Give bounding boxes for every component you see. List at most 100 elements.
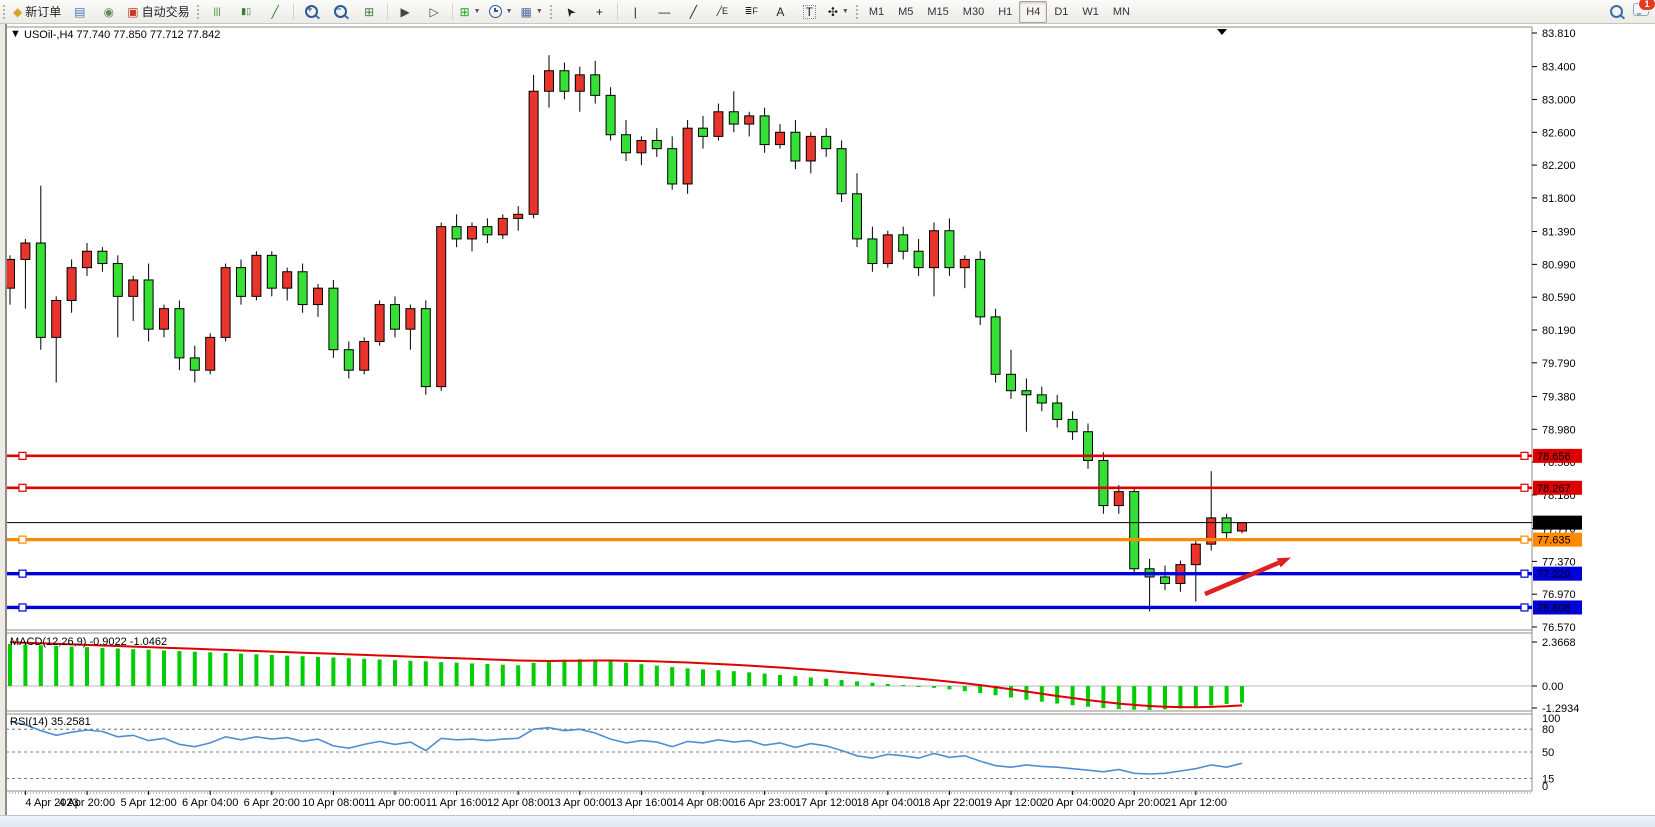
cursor-button[interactable]: ➤ — [556, 1, 585, 23]
macd-bar — [455, 663, 459, 686]
text-label-button[interactable]: T — [795, 1, 824, 23]
macd-bar — [732, 671, 736, 686]
macd-bar — [547, 660, 551, 686]
macd-bar — [224, 653, 228, 686]
autotrading-button-label: 自动交易 — [142, 3, 190, 20]
autotrading-button[interactable]: ▣自动交易 — [123, 1, 193, 23]
candlestick-chart-button[interactable]: ▮▯ — [232, 1, 261, 23]
arrow-annotation[interactable] — [1205, 558, 1291, 595]
toolbar-group-handle[interactable] — [2, 4, 7, 20]
time-axis[interactable]: 4 Apr 20234 Apr 20:005 Apr 12:006 Apr 04… — [25, 791, 1227, 809]
candle-body — [560, 71, 569, 92]
timeframe-m5-button[interactable]: M5 — [891, 1, 920, 23]
macd-bar — [917, 686, 921, 687]
timeframe-mn-button[interactable]: MN — [1106, 1, 1137, 23]
zoom-in-button[interactable]: + — [297, 1, 326, 23]
line-handle — [19, 570, 26, 577]
market-watch-button[interactable]: ▤ — [65, 1, 94, 23]
line-handle — [1521, 570, 1528, 577]
cursor-icon: ➤ — [563, 4, 579, 19]
horizontal-line-button[interactable]: — — [650, 1, 679, 23]
crosshair-button[interactable]: + — [585, 1, 614, 23]
notifications-button[interactable]: 1 — [1633, 3, 1649, 21]
svg-text:20 Apr 04:00: 20 Apr 04:00 — [1041, 797, 1103, 809]
charts-window-icon: ▤ — [74, 6, 85, 18]
candle-body — [591, 75, 600, 96]
new-order-button[interactable]: ◆新订单 — [9, 1, 65, 23]
macd-bar — [54, 646, 58, 686]
candle-body — [468, 227, 477, 239]
timeframe-w1-button[interactable]: W1 — [1075, 1, 1106, 23]
signal-icon: ◉ — [104, 6, 114, 18]
candle-body — [545, 71, 554, 92]
tile-windows-button[interactable]: ⊞ — [355, 1, 384, 23]
macd-bar — [886, 684, 890, 686]
template-button[interactable]: ▦▼ — [517, 1, 547, 23]
chart-shift-button[interactable]: ▷ — [420, 1, 449, 23]
candle-body — [21, 243, 30, 259]
macd-bar — [316, 657, 320, 686]
candlestick-icon: ▮▯ — [241, 7, 251, 16]
line-handle — [1521, 536, 1528, 543]
timeframe-m1-button[interactable]: M1 — [862, 1, 891, 23]
chart-canvas[interactable]: 83.81083.40083.00082.60082.20081.80081.3… — [0, 0, 1655, 827]
channel-button[interactable]: ╱E — [708, 1, 737, 23]
macd-bar — [301, 656, 305, 686]
macd-label: MACD(12,26,9) -0.9022 -1.0462 — [10, 636, 167, 648]
macd-bar — [331, 658, 335, 686]
svg-text:12 Apr 08:00: 12 Apr 08:00 — [487, 797, 549, 809]
fibonacci-button[interactable]: ≣F — [737, 1, 766, 23]
candle-body — [406, 309, 415, 330]
timeframe-h4-button[interactable]: H4 — [1019, 1, 1047, 23]
svg-text:5 Apr 12:00: 5 Apr 12:00 — [120, 797, 176, 809]
candle-body — [683, 128, 692, 184]
new-chart-button[interactable]: ⊞▼ — [456, 1, 485, 23]
trendline-button[interactable]: ╱ — [679, 1, 708, 23]
text-button[interactable]: A — [766, 1, 795, 23]
timeframe-m15-button[interactable]: M15 — [920, 1, 955, 23]
price-levels[interactable]: 78.65678.26777.84277.63577.22076.808 — [6, 449, 1582, 615]
periods-button[interactable]: ▼ — [485, 1, 517, 23]
macd-bar — [1209, 686, 1213, 705]
candle-body — [190, 358, 199, 370]
template-icon: ▦ — [521, 6, 532, 18]
macd-bar — [947, 686, 951, 689]
timeframe-h1-button[interactable]: H1 — [991, 1, 1019, 23]
svg-text:79.790: 79.790 — [1542, 358, 1576, 370]
zoom-in-icon: + — [305, 5, 318, 18]
rsi-level-lines — [6, 729, 1532, 778]
auto-scroll-button[interactable]: ▶ — [391, 1, 420, 23]
candle-body — [391, 305, 400, 330]
macd-bar — [840, 680, 844, 686]
dropdown-caret-icon: ▼ — [842, 8, 849, 15]
arrow-objects-button[interactable]: ✣▼ — [824, 1, 853, 23]
candle-body — [529, 91, 538, 214]
search-icon[interactable] — [1610, 5, 1623, 18]
scroll-shift-marker-icon[interactable] — [1217, 29, 1227, 35]
candle-body — [329, 288, 338, 350]
timeframe-d1-button[interactable]: D1 — [1047, 1, 1075, 23]
macd-bar — [778, 675, 782, 686]
line-chart-button[interactable]: ╱ — [261, 1, 290, 23]
price-badge-label: 78.267 — [1537, 483, 1571, 495]
bar-chart-button[interactable]: ||| — [203, 1, 232, 23]
chart-dropdown-icon[interactable]: ▼ — [10, 28, 21, 40]
chart-shift-icon: ▷ — [429, 6, 438, 18]
line-handle — [19, 452, 26, 459]
svg-text:20 Apr 20:00: 20 Apr 20:00 — [1103, 797, 1165, 809]
toolbar-group-handle[interactable] — [549, 4, 554, 20]
svg-text:77.370: 77.370 — [1542, 556, 1576, 568]
line-handle — [19, 536, 26, 543]
signals-button[interactable]: ◉ — [94, 1, 123, 23]
new-order-icon: ◆ — [13, 6, 22, 18]
macd-bar — [1240, 686, 1244, 703]
timeframe-m30-button[interactable]: M30 — [956, 1, 991, 23]
macd-bar — [39, 645, 43, 686]
toolbar-group-handle[interactable] — [855, 4, 860, 20]
candle-body — [360, 341, 369, 370]
svg-text:13 Apr 16:00: 13 Apr 16:00 — [610, 797, 672, 809]
toolbar-group-handle[interactable] — [196, 4, 201, 20]
vertical-line-button[interactable]: | — [621, 1, 650, 23]
rsi-label: RSI(14) 35.2581 — [10, 716, 91, 728]
zoom-out-button[interactable]: − — [326, 1, 355, 23]
